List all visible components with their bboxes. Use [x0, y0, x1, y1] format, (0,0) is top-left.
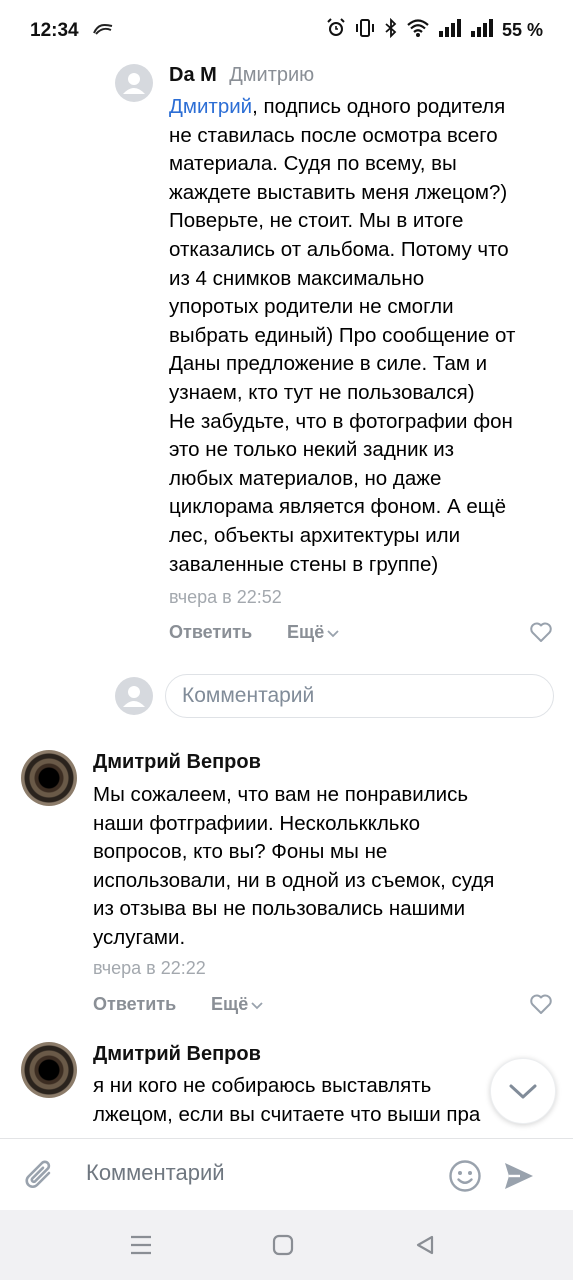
status-bar: 12:34 55 % [0, 0, 573, 64]
back-icon[interactable] [414, 1234, 436, 1261]
signal-icon [438, 18, 462, 43]
composer-input[interactable]: Комментарий [76, 1149, 436, 1201]
reply-comment-input[interactable]: Комментарий [165, 674, 554, 718]
scroll-down-button[interactable] [490, 1058, 556, 1124]
menu-icon[interactable] [128, 1234, 154, 1261]
heart-icon[interactable] [529, 993, 553, 1020]
comment-time: вчера в 22:52 [169, 587, 282, 607]
comment: Дмитрий Вепров я ни кого не собираюсь вы… [0, 1040, 573, 1138]
home-icon[interactable] [272, 1234, 294, 1261]
comment-author[interactable]: Дмитрий Вепров [93, 751, 261, 774]
comment: Дмитрий Вепров Мы сожалеем, что вам не п… [0, 748, 573, 1028]
send-icon[interactable] [502, 1159, 536, 1198]
composer-placeholder: Комментарий [86, 1160, 225, 1185]
wifi-icon [406, 18, 430, 43]
reply-button[interactable]: Ответить [169, 622, 252, 643]
user-placeholder-icon [123, 686, 145, 707]
alarm-icon [326, 18, 346, 43]
chevron-down-icon [251, 1001, 263, 1009]
chevron-down-icon [327, 629, 339, 637]
avatar[interactable] [21, 750, 77, 806]
emoji-icon[interactable] [448, 1159, 482, 1198]
reply-input-placeholder: Комментарий [182, 684, 315, 707]
my-avatar [115, 677, 153, 715]
signal-icon [470, 18, 494, 43]
vibrate-icon [354, 18, 376, 43]
more-button[interactable]: Ещё [287, 622, 340, 643]
attach-icon[interactable] [22, 1156, 58, 1199]
reply-to-name[interactable]: Дмитрию [229, 64, 314, 86]
chevron-down-icon [509, 1084, 537, 1099]
comment-text: Мы сожалеем, что вам не понравились наши… [93, 783, 495, 949]
avatar[interactable] [115, 64, 153, 102]
comment-author[interactable]: Дмитрий Вепров [93, 1043, 261, 1066]
system-navigation-bar [0, 1210, 573, 1280]
more-button[interactable]: Ещё [211, 994, 264, 1015]
user-placeholder-icon [123, 73, 145, 94]
status-time: 12:34 [30, 20, 79, 41]
comment-reply: Da M Дмитрию Дмитрий, подпись одного род… [0, 60, 573, 660]
comment-author[interactable]: Da M [169, 64, 217, 86]
heart-icon[interactable] [529, 621, 553, 648]
app-notification-icon [92, 22, 114, 41]
comment-time: вчера в 22:22 [93, 958, 206, 978]
avatar[interactable] [21, 1042, 77, 1098]
bluetooth-icon [384, 17, 398, 43]
comment-text: Дмитрий, подпись одного родителя не став… [169, 95, 516, 576]
reply-button[interactable]: Ответить [93, 994, 176, 1015]
mention-link[interactable]: Дмитрий [169, 95, 252, 118]
comment-composer: Комментарий [0, 1138, 573, 1210]
battery-level: 55 % [501, 20, 543, 40]
status-icons: 55 % [326, 17, 543, 43]
